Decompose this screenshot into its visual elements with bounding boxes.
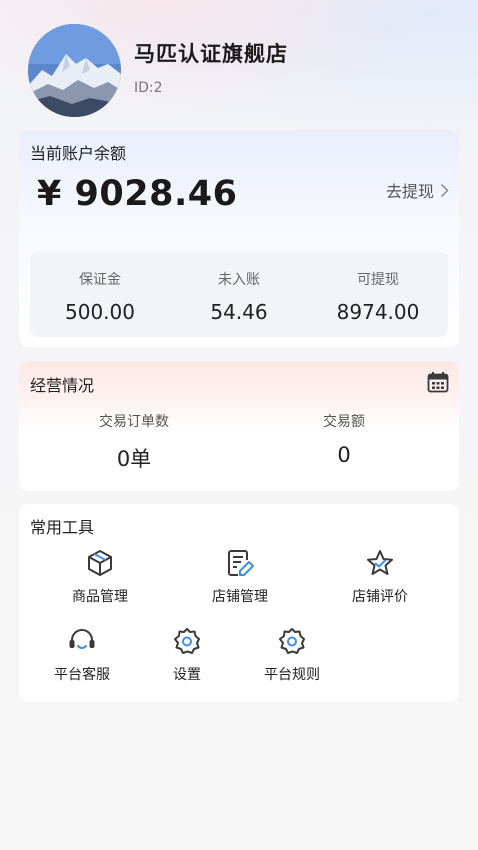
balance-card: 当前账户余额 ¥ 9028.46 去提现 保证金 500.00 未入账 54.4… (19, 130, 459, 347)
operations-card: 经营情况 交易订单数 0单 交易额 0 (19, 361, 459, 491)
gear-icon (279, 628, 305, 654)
stat-label: 保证金 (79, 272, 121, 288)
deposit-stat: 保证金 500.00 (30, 252, 170, 337)
tool-store-reviews[interactable]: 店铺评价 (330, 548, 430, 606)
calendar-icon[interactable] (427, 371, 449, 393)
tool-label: 平台客服 (54, 667, 110, 683)
tool-store-management[interactable]: 店铺管理 (190, 548, 290, 606)
tool-label: 店铺管理 (212, 589, 268, 605)
balance-stats: 保证金 500.00 未入账 54.46 可提现 8974.00 (30, 252, 448, 337)
tool-customer-service[interactable]: 平台客服 (32, 626, 132, 684)
tool-settings[interactable]: 设置 (137, 626, 237, 684)
transaction-amount-stat: 交易额 0 (244, 411, 444, 467)
store-id: ID:2 (134, 80, 163, 96)
tool-label: 商品管理 (72, 589, 128, 605)
stat-label: 未入账 (218, 272, 260, 288)
stat-label: 交易订单数 (99, 414, 169, 430)
tool-product-management[interactable]: 商品管理 (50, 548, 150, 606)
withdrawable-stat: 可提现 8974.00 (308, 252, 448, 337)
tools-title: 常用工具 (30, 518, 95, 537)
withdraw-label: 去提现 (385, 182, 434, 201)
tool-platform-rules[interactable]: 平台规则 (242, 626, 342, 684)
pending-stat: 未入账 54.46 (169, 252, 309, 337)
balance-amount: ¥ 9028.46 (37, 174, 238, 214)
tools-card: 常用工具 商品管理 店铺管理 店铺评价 平台客服 设置 平台规则 (19, 504, 459, 702)
store-name: 马匹认证旗舰店 (134, 42, 288, 66)
stat-label: 可提现 (357, 272, 399, 288)
balance-title: 当前账户余额 (30, 144, 127, 163)
chevron-right-icon (440, 183, 449, 197)
stat-value: 54.46 (210, 300, 268, 324)
mountain-image (28, 24, 121, 117)
avatar[interactable] (28, 24, 121, 117)
stat-value: 0 (337, 443, 351, 467)
stat-label: 交易额 (323, 414, 365, 430)
operations-title: 经营情况 (30, 376, 95, 395)
gear-icon (174, 628, 200, 654)
headset-icon (69, 629, 95, 649)
stat-value: 500.00 (65, 300, 135, 324)
store-header: 马匹认证旗舰店 ID:2 (28, 24, 458, 118)
tool-label: 店铺评价 (352, 589, 408, 605)
document-edit-icon (228, 550, 254, 576)
box-icon (88, 550, 112, 576)
tool-label: 平台规则 (264, 667, 320, 683)
stat-value: 8974.00 (336, 300, 420, 324)
tool-label: 设置 (173, 667, 201, 683)
star-icon (367, 550, 393, 575)
withdraw-button[interactable]: 去提现 (386, 178, 449, 202)
stat-value: 0单 (116, 447, 152, 471)
order-count-stat: 交易订单数 0单 (34, 411, 234, 473)
